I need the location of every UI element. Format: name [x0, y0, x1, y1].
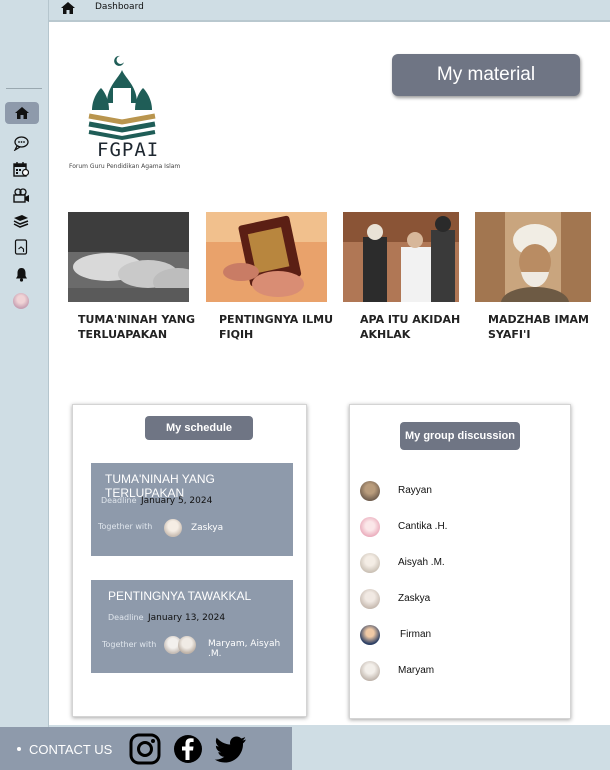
sidebar-item-profile[interactable]: [11, 291, 31, 311]
footer: CONTACT US: [0, 727, 292, 770]
material-card-4-image[interactable]: [475, 212, 591, 302]
sidebar-item-library[interactable]: [11, 211, 31, 231]
sidebar-item-chat[interactable]: [11, 133, 31, 153]
material-card-2-title[interactable]: PENTINGNYA ILMU FIQIH: [219, 312, 333, 342]
sidebar-divider: [6, 88, 42, 89]
top-bar: Dashboard: [49, 0, 610, 22]
schedule-task-2[interactable]: PENTINGNYA TAWAKKAL Deadline January 13,…: [91, 580, 293, 673]
avatar: [360, 553, 380, 573]
home-icon: [15, 107, 29, 119]
avatar: [360, 517, 380, 537]
sidebar-item-notifications[interactable]: [11, 264, 31, 284]
deadline-label: Deadline: [108, 613, 144, 622]
calendar-icon: [13, 162, 29, 177]
home-icon[interactable]: [61, 2, 75, 14]
avatar: [360, 481, 380, 501]
bullet-dot: [17, 747, 21, 751]
deadline-date: January 5, 2024: [141, 496, 213, 506]
task-title: PENTINGNYA TAWAKKAL: [108, 589, 252, 603]
member-avatar: [164, 519, 182, 537]
member-name: Cantika .H.: [398, 521, 448, 532]
sidebar-item-calendar[interactable]: [11, 159, 31, 179]
sidebar-item-home[interactable]: [5, 102, 39, 124]
material-card-1-image[interactable]: [68, 212, 189, 302]
avatar: [360, 589, 380, 609]
member-name: Maryam: [398, 665, 435, 676]
schedule-task-1[interactable]: TUMA'NINAH YANG TERLUPAKAN Deadline Janu…: [91, 463, 293, 556]
together-label: Together with: [98, 522, 153, 531]
group-member[interactable]: Zaskya: [358, 589, 558, 611]
logo-subtitle: Forum Guru Pendidikan Agama Islam: [69, 163, 181, 170]
books-icon: [13, 214, 29, 228]
material-card-4-title[interactable]: MADZHAB IMAM SYAFI'I: [488, 312, 589, 342]
together-label: Together with: [102, 640, 157, 649]
group-discussion-panel: My group discussion Rayyan Cantika .H. A…: [349, 404, 571, 719]
member-name: Zaskya: [398, 593, 431, 604]
member-name: Firman: [400, 629, 432, 640]
material-card-3-title[interactable]: APA ITU AKIDAH AKHLAK: [360, 312, 460, 342]
group-discussion-heading: My group discussion: [400, 422, 520, 450]
group-member[interactable]: Rayyan: [358, 481, 558, 503]
deadline-date: January 13, 2024: [148, 613, 226, 623]
contact-us-link[interactable]: CONTACT US: [29, 742, 112, 757]
video-camera-icon: [12, 187, 29, 203]
my-material-button[interactable]: My material: [392, 54, 580, 96]
group-member[interactable]: Aisyah .M.: [358, 553, 558, 575]
breadcrumb[interactable]: Dashboard: [95, 2, 144, 12]
deadline-label: Deadline: [101, 496, 137, 505]
material-card-2-image[interactable]: [206, 212, 327, 302]
facebook-icon[interactable]: [172, 733, 204, 765]
sidebar: [0, 0, 49, 770]
logo-title: FGPAI: [97, 139, 160, 161]
schedule-panel: My schedule TUMA'NINAH YANG TERLUPAKAN D…: [72, 404, 307, 717]
avatar: [360, 661, 380, 681]
instagram-icon[interactable]: [129, 733, 161, 765]
schedule-heading: My schedule: [145, 416, 253, 440]
together-members: Zaskya: [191, 523, 224, 533]
member-name: Rayyan: [398, 485, 432, 496]
member-avatar: [178, 636, 196, 654]
material-card-1-title[interactable]: TUMA'NINAH YANG TERLUAPAKAN: [78, 312, 195, 342]
chat-icon: [13, 136, 29, 151]
together-members: Maryam, Aisyah .M.: [208, 639, 281, 659]
sidebar-item-bookmarks[interactable]: [11, 237, 31, 257]
twitter-icon[interactable]: [214, 733, 248, 765]
member-name: Aisyah .M.: [398, 557, 445, 568]
bookmark-icon: [14, 239, 28, 255]
material-card-3-image[interactable]: [343, 212, 459, 302]
sidebar-item-video[interactable]: [11, 185, 31, 205]
group-member[interactable]: Maryam: [358, 661, 558, 683]
group-member[interactable]: Cantika .H.: [358, 517, 558, 539]
main-content: FGPAI Forum Guru Pendidikan Agama Islam …: [49, 22, 610, 725]
avatar: [360, 625, 380, 645]
profile-avatar: [13, 293, 29, 309]
group-member[interactable]: Firman: [358, 625, 558, 647]
bell-icon: [15, 267, 27, 282]
